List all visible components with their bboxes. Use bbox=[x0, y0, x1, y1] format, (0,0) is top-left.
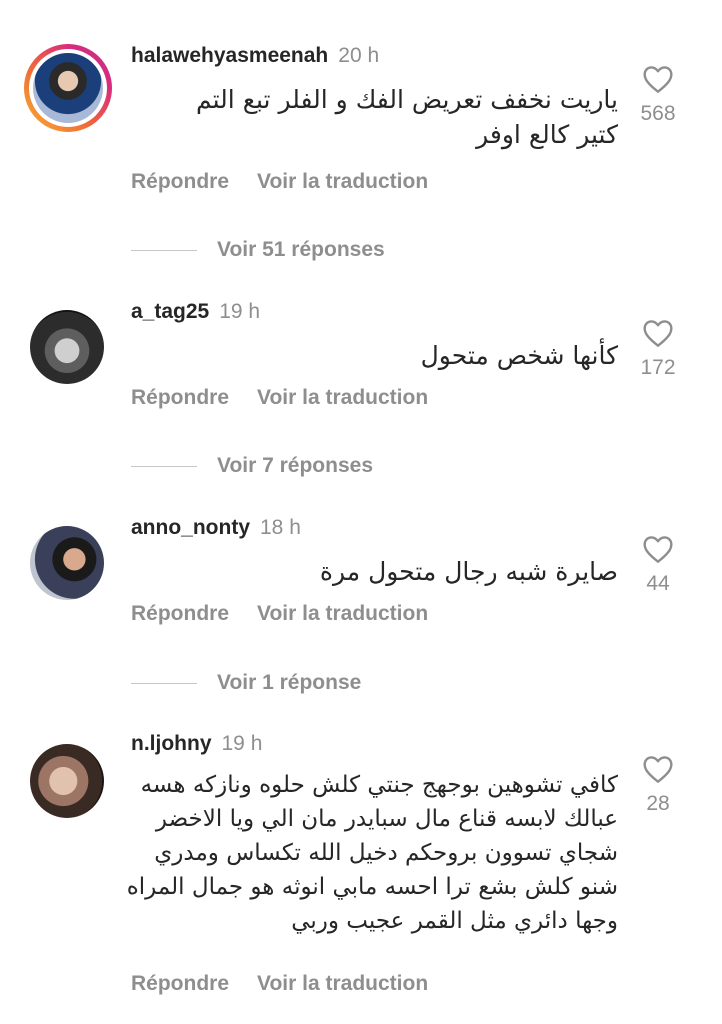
like-control: 172 bbox=[630, 318, 686, 380]
heart-outline-icon[interactable] bbox=[642, 534, 674, 564]
like-control: 568 bbox=[630, 64, 686, 126]
comment-actions: Répondre Voir la traduction bbox=[131, 386, 428, 410]
view-replies-label: Voir 51 réponses bbox=[217, 238, 385, 261]
like-count: 568 bbox=[640, 102, 676, 125]
comment-actions: Répondre Voir la traduction bbox=[131, 602, 428, 626]
avatar[interactable] bbox=[30, 526, 104, 600]
avatar[interactable] bbox=[30, 310, 104, 384]
replies-divider-line bbox=[131, 249, 197, 251]
comment-actions: Répondre Voir la traduction bbox=[131, 972, 428, 996]
view-replies-button[interactable]: Voir 51 réponses bbox=[131, 238, 385, 262]
like-control: 44 bbox=[630, 534, 686, 596]
see-translation-button[interactable]: Voir la traduction bbox=[257, 972, 428, 995]
username[interactable]: n.ljohny bbox=[131, 732, 212, 755]
comment-header: n.ljohny 19 h bbox=[131, 732, 262, 756]
comment-header: anno_nonty 18 h bbox=[131, 516, 301, 540]
like-control: 28 bbox=[630, 754, 686, 816]
comment-item: halawehyasmeenah 20 h ياريت نخفف تعريض ال… bbox=[0, 0, 722, 240]
see-translation-button[interactable]: Voir la traduction bbox=[257, 602, 428, 625]
heart-outline-icon[interactable] bbox=[642, 64, 674, 94]
like-count: 44 bbox=[646, 572, 670, 595]
username[interactable]: halawehyasmeenah bbox=[131, 44, 328, 67]
view-replies-label: Voir 1 réponse bbox=[217, 671, 362, 694]
replies-divider-line bbox=[131, 682, 197, 684]
view-replies-button[interactable]: Voir 7 réponses bbox=[131, 454, 373, 478]
avatar-with-story-ring[interactable] bbox=[24, 44, 112, 132]
view-replies-button[interactable]: Voir 1 réponse bbox=[131, 671, 361, 695]
reply-button[interactable]: Répondre bbox=[131, 602, 229, 625]
avatar[interactable] bbox=[30, 744, 104, 818]
comment-text: صايرة شبه رجال متحول مرة bbox=[319, 557, 618, 586]
comment-text: كأنها شخص متحول bbox=[420, 341, 618, 370]
timestamp: 19 h bbox=[221, 732, 263, 755]
reply-button[interactable]: Répondre bbox=[131, 972, 229, 995]
comment-header: a_tag25 19 h bbox=[131, 300, 260, 324]
reply-button[interactable]: Répondre bbox=[131, 170, 229, 193]
timestamp: 20 h bbox=[338, 44, 380, 67]
comment-header: halawehyasmeenah 20 h bbox=[131, 44, 379, 68]
comment-text: ياريت نخفف تعريض الفك و الفلر تبع التم ك… bbox=[196, 85, 618, 149]
like-count: 28 bbox=[646, 792, 670, 815]
timestamp: 18 h bbox=[260, 516, 301, 539]
username[interactable]: a_tag25 bbox=[131, 300, 209, 323]
replies-divider-line bbox=[131, 465, 197, 467]
heart-outline-icon[interactable] bbox=[642, 754, 674, 784]
timestamp: 19 h bbox=[219, 300, 261, 323]
username[interactable]: anno_nonty bbox=[131, 516, 250, 539]
heart-outline-icon[interactable] bbox=[642, 318, 674, 348]
comment-item: anno_nonty 18 h صايرة شبه رجال متحول مرة … bbox=[0, 506, 722, 646]
see-translation-button[interactable]: Voir la traduction bbox=[257, 386, 428, 409]
avatar-image bbox=[33, 53, 103, 123]
comment-actions: Répondre Voir la traduction bbox=[131, 170, 428, 194]
like-count: 172 bbox=[640, 356, 676, 379]
reply-button[interactable]: Répondre bbox=[131, 386, 229, 409]
comment-item: n.ljohny 19 h كافي تشوهين بوجهج جنتي كلش … bbox=[0, 722, 722, 1022]
see-translation-button[interactable]: Voir la traduction bbox=[257, 170, 428, 193]
comment-text: كافي تشوهين بوجهج جنتي كلش حلوه ونازكه ه… bbox=[126, 772, 618, 934]
view-replies-label: Voir 7 réponses bbox=[217, 454, 374, 477]
comment-item: a_tag25 19 h كأنها شخص متحول Répondre Voir… bbox=[0, 290, 722, 430]
